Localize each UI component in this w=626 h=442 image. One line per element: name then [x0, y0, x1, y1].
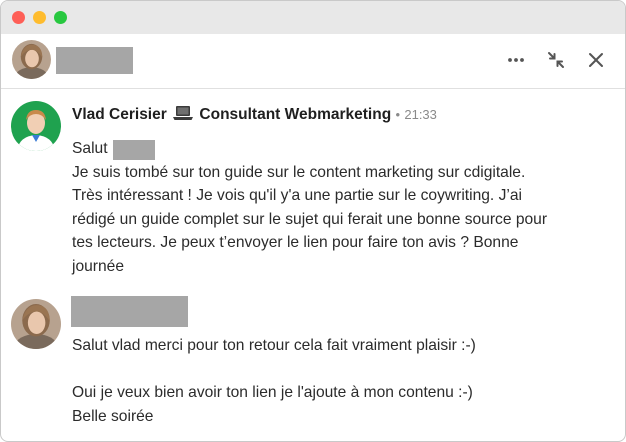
message-line: journée	[72, 257, 125, 275]
message-time: 21:33	[404, 107, 437, 122]
message-line	[72, 358, 476, 382]
reply-sender-name-redacted	[71, 296, 188, 327]
message-list: Vlad Cerisier Consultant Webmarketing • …	[1, 89, 625, 441]
message-line: tes lecteurs. Je peux t’envoyer le lien …	[72, 234, 519, 251]
contact-avatar[interactable]	[12, 40, 51, 79]
reply-sender-avatar[interactable]	[11, 299, 61, 349]
message-line: Oui je veux bien avoir ton lien je l'ajo…	[72, 384, 473, 401]
messaging-window: Vlad Cerisier Consultant Webmarketing • …	[0, 0, 626, 442]
message-line: rédigé un guide complet sur le sujet qui…	[72, 210, 548, 228]
sender-headline: Consultant Webmarketing	[199, 106, 392, 123]
sender-line: Vlad Cerisier Consultant Webmarketing • …	[72, 105, 437, 124]
message-line: Belle soirée	[72, 407, 154, 425]
message-line: Très intéressant ! Je vois qu'il y'a une…	[72, 187, 522, 204]
sender-name[interactable]: Vlad Cerisier	[72, 106, 167, 123]
greeting-text: Salut	[72, 140, 108, 157]
window-titlebar	[1, 1, 625, 34]
message-line: Salut vlad merci pour ton retour cela fa…	[72, 337, 476, 354]
greeting-name-redacted	[113, 140, 155, 160]
sender-avatar[interactable]	[11, 101, 61, 151]
collapse-button[interactable]	[542, 46, 570, 74]
more-options-button[interactable]	[502, 46, 530, 74]
reply-message-body: Salut vlad merci pour ton retour cela fa…	[72, 334, 476, 428]
collapse-icon	[548, 52, 564, 68]
message-line: Je suis tombé sur ton guide sur le conte…	[72, 163, 526, 181]
window-close-button[interactable]	[12, 11, 25, 24]
conversation-header	[1, 34, 625, 89]
close-icon	[589, 53, 603, 67]
window-zoom-button[interactable]	[54, 11, 67, 24]
close-conversation-button[interactable]	[582, 46, 610, 74]
more-icon	[508, 58, 524, 62]
window-minimize-button[interactable]	[33, 11, 46, 24]
separator-dot: •	[395, 107, 401, 122]
laptop-icon	[173, 106, 194, 120]
contact-name-redacted	[56, 47, 133, 74]
